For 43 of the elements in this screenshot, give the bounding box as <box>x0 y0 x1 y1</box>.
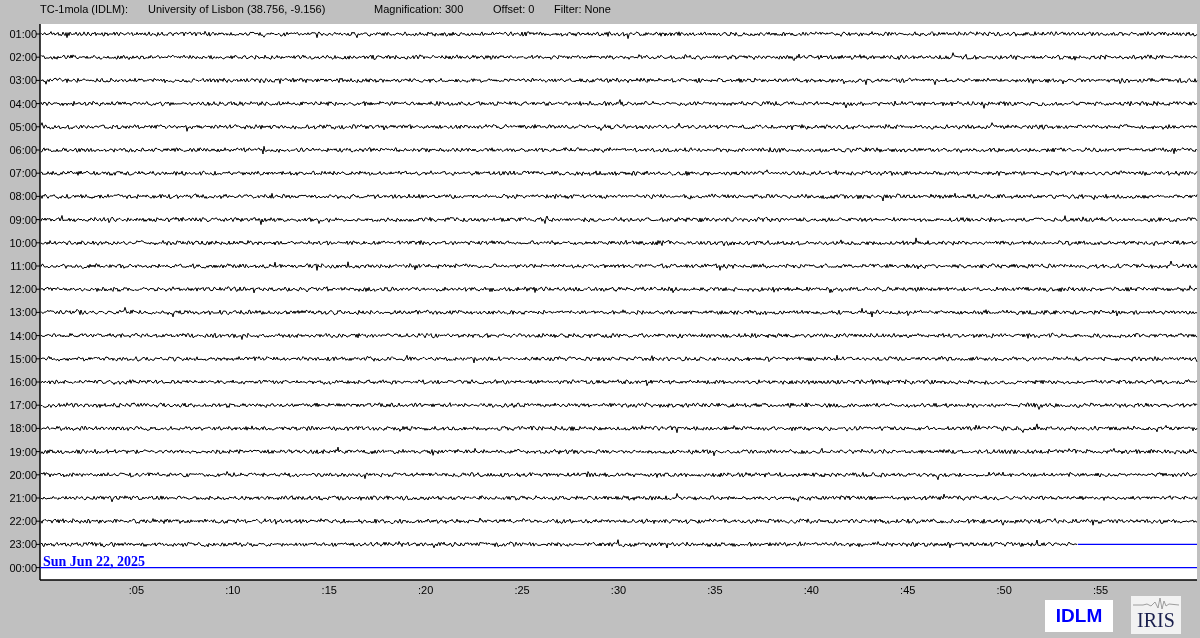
hour-label: 00:00 <box>9 561 37 574</box>
hour-label: 20:00 <box>9 468 37 481</box>
hour-label: 21:00 <box>9 492 37 504</box>
header-text: Filter: None <box>554 3 611 15</box>
hour-label: 23:00 <box>9 538 37 551</box>
hour-label: 03:00 <box>9 74 37 87</box>
minute-label: :05 <box>128 584 145 596</box>
station-logo: IDLM <box>1045 600 1113 632</box>
minute-label: :45 <box>900 584 916 596</box>
hour-label: 09:00 <box>9 213 37 226</box>
header-text: University of Lisbon (38.756, -9.156) <box>148 3 326 15</box>
hour-label: 02:00 <box>9 51 37 64</box>
minute-label: :55 <box>1092 584 1109 596</box>
minute-label: :40 <box>803 584 819 596</box>
hour-label: 04:00 <box>9 97 37 110</box>
hour-label: 15:00 <box>9 352 37 365</box>
hour-label: 08:00 <box>9 190 37 203</box>
minute-label: :30 <box>610 584 627 596</box>
minute-label: :15 <box>321 584 337 596</box>
hour-label: 01:00 <box>9 28 37 40</box>
minute-label: :25 <box>514 584 530 596</box>
hour-label: 10:00 <box>9 236 37 249</box>
header-text: Offset: 0 <box>493 3 535 15</box>
header-text: TC-1mola (IDLM): <box>40 3 128 15</box>
hour-label: 14:00 <box>9 329 37 342</box>
minute-label: :20 <box>418 584 434 596</box>
date-label: Sun Jun 22, 2025 <box>43 553 145 569</box>
hour-label: 13:00 <box>9 306 37 319</box>
minute-label: :10 <box>225 584 241 596</box>
hour-label: 18:00 <box>9 422 37 435</box>
network-logo: IRIS <box>1131 596 1181 634</box>
hour-label: 12:00 <box>9 283 37 296</box>
hour-label: 22:00 <box>9 515 37 528</box>
hour-label: 17:00 <box>9 399 37 412</box>
hour-label: 16:00 <box>9 376 37 388</box>
hour-label: 05:00 <box>9 120 37 133</box>
hour-label: 07:00 <box>9 167 37 180</box>
minute-label: :35 <box>707 584 723 596</box>
header-text: Magnification: 300 <box>374 3 464 15</box>
hour-label: 11:00 <box>10 260 37 272</box>
hour-label: 19:00 <box>9 445 37 458</box>
minute-label: :50 <box>996 584 1012 596</box>
hour-label: 06:00 <box>9 144 37 156</box>
